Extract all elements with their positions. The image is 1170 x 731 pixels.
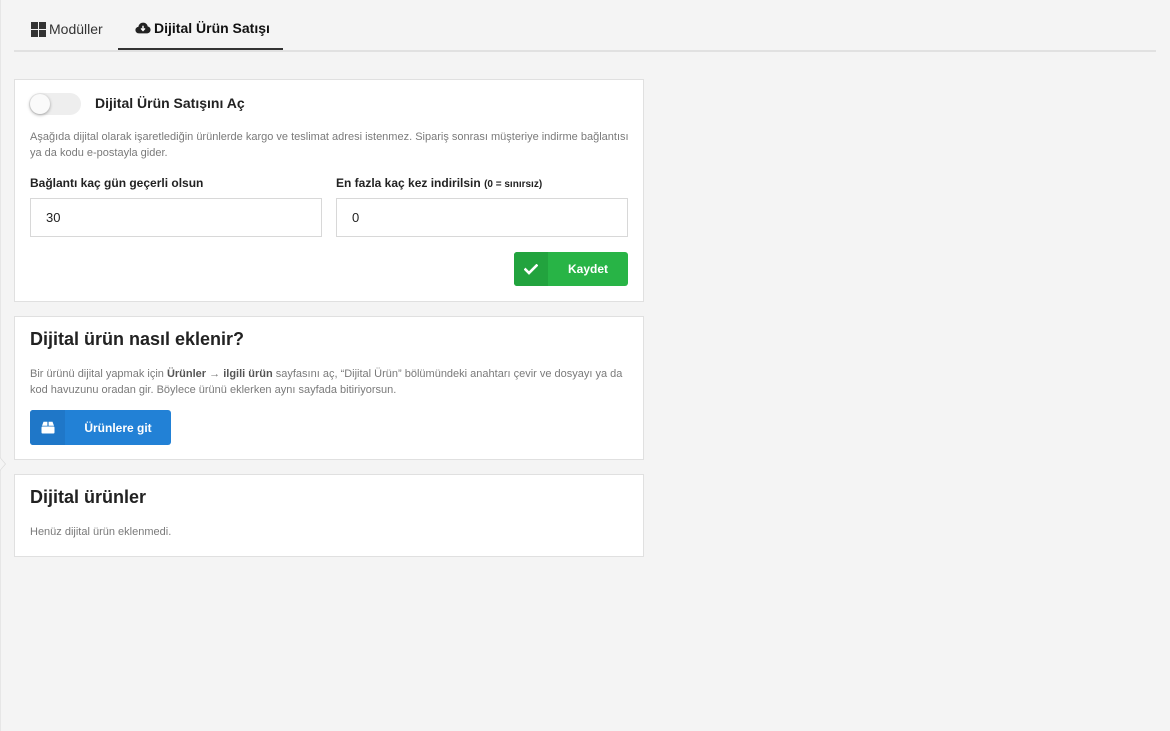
- link-valid-days-label: Bağlantı kaç gün geçerli olsun: [30, 176, 204, 190]
- tab-digital-product-sales[interactable]: Dijital Ürün Satışı: [118, 8, 283, 50]
- box-icon: [30, 410, 65, 445]
- settings-description: Aşağıda dijital olarak işaretlediğin ürü…: [30, 131, 629, 159]
- cloud-download-icon: [135, 20, 151, 36]
- save-button[interactable]: Kaydet: [514, 252, 628, 286]
- go-to-products-button[interactable]: Ürünlere git: [30, 410, 171, 445]
- max-downloads-label-text: En fazla kaç kez indirilsin: [336, 176, 481, 190]
- go-to-products-label: Ürünlere git: [84, 420, 152, 435]
- grid-icon: [30, 21, 46, 37]
- check-icon: [514, 252, 548, 286]
- max-downloads-input[interactable]: [336, 198, 628, 237]
- how-to-bold-product: ilgili ürün: [223, 368, 273, 380]
- digital-products-title: Dijital ürünler: [30, 487, 147, 507]
- left-edge-divider: [0, 0, 1, 731]
- tab-digital-product-sales-label: Dijital Ürün Satışı: [154, 20, 270, 36]
- link-valid-days-input[interactable]: [30, 198, 322, 237]
- max-downloads-hint: (0 = sınırsız): [484, 179, 543, 190]
- how-to-arrow: →: [206, 368, 224, 380]
- how-to-bold-products: Ürünler: [166, 368, 207, 380]
- how-to-text-1: Bir ürünü dijital yapmak için: [30, 368, 167, 380]
- how-to-description: Bir ürünü dijital yapmak için Ürünler → …: [30, 366, 630, 398]
- digital-products-empty-text: Henüz dijital ürün eklenmedi.: [30, 526, 172, 538]
- digital-products-card: Dijital ürünler Henüz dijital ürün eklen…: [14, 474, 644, 557]
- max-downloads-label: En fazla kaç kez indirilsin (0 = sınırsı…: [336, 176, 542, 190]
- tab-bar: Modüller Dijital Ürün Satışı: [14, 8, 1156, 52]
- how-to-title: Dijital ürün nasıl eklenir?: [30, 329, 245, 349]
- save-button-label: Kaydet: [567, 262, 608, 276]
- digital-sales-settings-card: Dijital Ürün Satışını Aç Aşağıda dijital…: [14, 79, 644, 302]
- sidebar-collapse-arrow-icon[interactable]: [0, 457, 6, 471]
- digital-sales-toggle[interactable]: [29, 93, 81, 115]
- toggle-knob: [30, 94, 50, 114]
- toggle-label: Dijital Ürün Satışını Aç: [95, 95, 245, 111]
- tab-modules[interactable]: Modüller: [30, 8, 103, 50]
- how-to-card: Dijital ürün nasıl eklenir? Bir ürünü di…: [14, 316, 644, 460]
- tab-modules-label: Modüller: [49, 21, 103, 37]
